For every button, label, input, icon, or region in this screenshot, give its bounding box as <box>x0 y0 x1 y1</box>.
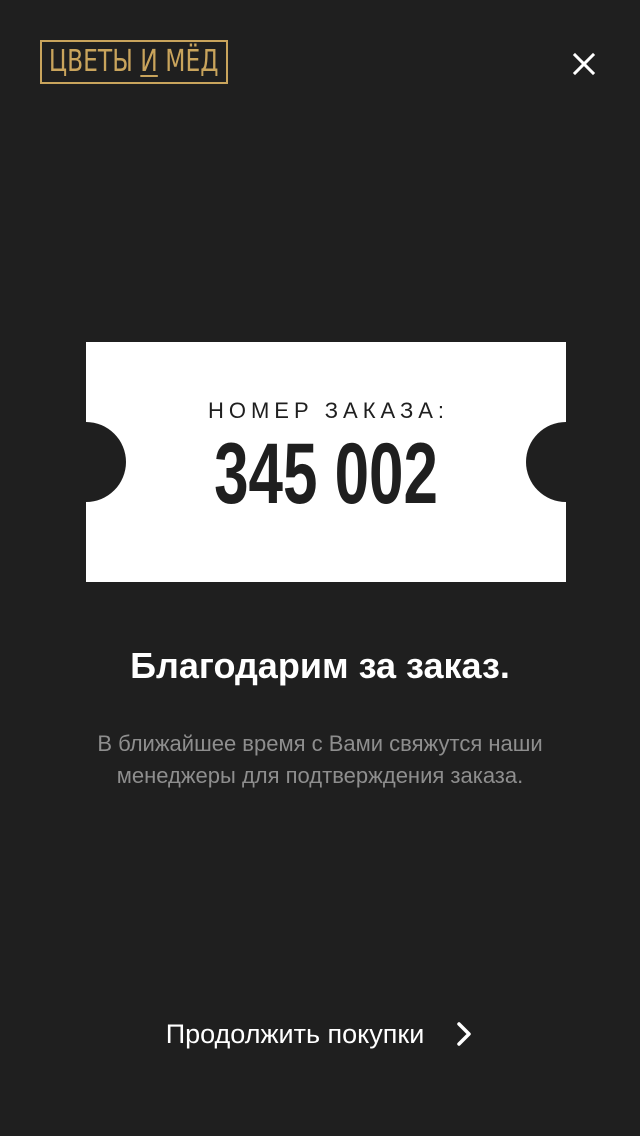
close-icon <box>572 52 596 76</box>
ticket-notch-right <box>526 422 566 502</box>
order-number-label: НОМЕР ЗАКАЗА: <box>207 398 450 423</box>
order-ticket: НОМЕР ЗАКАЗА: 345 002 <box>86 342 566 582</box>
confirmation-info: В ближайшее время с Вами свяжутся наши м… <box>97 731 543 788</box>
chevron-right-icon <box>457 1022 472 1046</box>
order-number: 345 002 <box>214 426 438 522</box>
brand-logo[interactable]: ЦВЕТЫ И МЁД <box>40 40 228 84</box>
close-button[interactable] <box>566 46 602 82</box>
ticket-notch-left <box>86 422 126 502</box>
continue-shopping-button[interactable]: Продолжить покупки <box>0 1012 640 1056</box>
thanks-title: Благодарим за заказ. <box>130 645 510 686</box>
continue-shopping-label: Продолжить покупки <box>165 1019 425 1049</box>
logo-text: ЦВЕТЫ И МЁД <box>49 44 219 79</box>
